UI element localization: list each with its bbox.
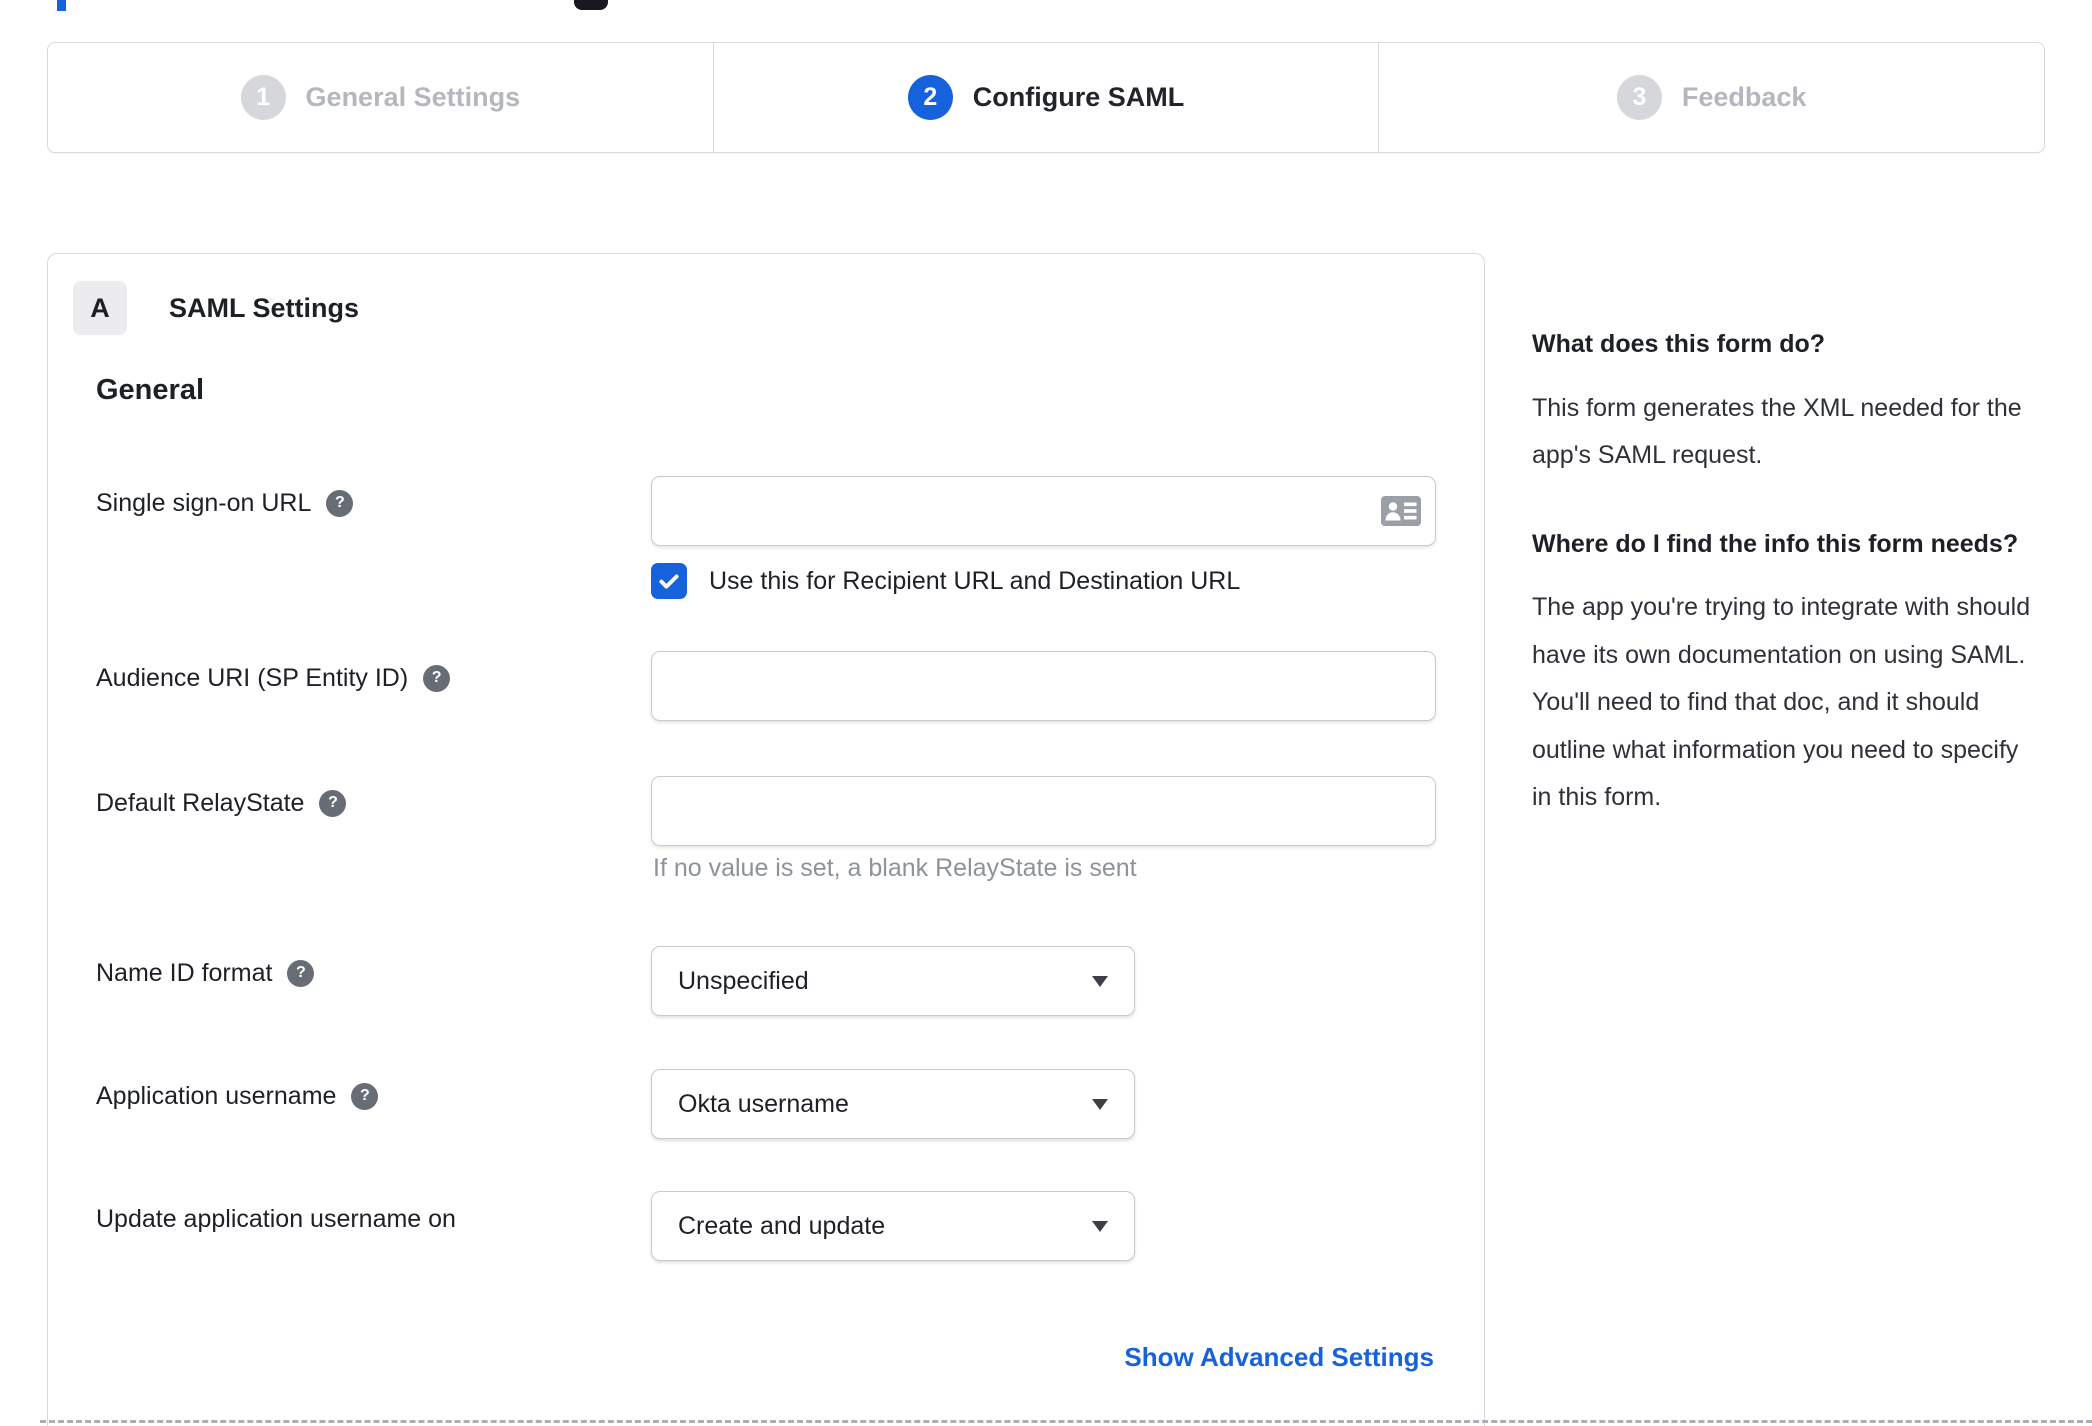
relaystate-hint: If no value is set, a blank RelayState i… xyxy=(653,854,1137,882)
help-icon[interactable]: ? xyxy=(423,664,451,692)
default-relaystate-input[interactable] xyxy=(651,776,1436,846)
step-feedback[interactable]: 3 Feedback xyxy=(1378,43,2044,152)
step-configure-saml[interactable]: 2 Configure SAML xyxy=(712,43,1379,152)
recipient-url-checkbox-row: Use this for Recipient URL and Destinati… xyxy=(651,563,1240,599)
dashed-divider xyxy=(40,1420,2092,1423)
help-section-2-body: The app you're trying to integrate with … xyxy=(1532,593,2031,811)
step-general-settings[interactable]: 1 General Settings xyxy=(48,43,713,152)
audience-uri-input[interactable] xyxy=(651,651,1436,721)
help-icon[interactable]: ? xyxy=(287,959,315,987)
name-id-format-label: Name ID format ? xyxy=(96,957,315,989)
recipient-url-checkbox-label: Use this for Recipient URL and Destinati… xyxy=(709,566,1241,595)
name-id-format-select[interactable]: Unspecified xyxy=(651,946,1135,1016)
update-application-username-label: Update application username on xyxy=(96,1204,456,1233)
step-1-number-badge: 1 xyxy=(240,75,286,120)
application-username-label: Application username ? xyxy=(96,1080,379,1112)
section-title: SAML Settings xyxy=(169,292,360,323)
show-advanced-settings-link[interactable]: Show Advanced Settings xyxy=(1124,1342,1434,1373)
help-section-1-body: This form generates the XML needed for t… xyxy=(1532,393,2022,470)
help-icon[interactable]: ? xyxy=(319,789,347,817)
card-header: A SAML Settings xyxy=(73,281,359,335)
help-icon[interactable]: ? xyxy=(326,489,354,517)
help-icon[interactable]: ? xyxy=(351,1082,379,1110)
general-group-title: General xyxy=(96,374,204,406)
help-section-2-title: Where do I find the info this form needs… xyxy=(1532,529,2019,558)
contact-card-icon[interactable] xyxy=(1381,496,1421,526)
help-section-1-title: What does this form do? xyxy=(1532,330,1826,358)
chevron-down-icon xyxy=(1092,1220,1108,1232)
chevron-down-icon xyxy=(1092,1098,1108,1110)
default-relaystate-label: Default RelayState ? xyxy=(96,787,347,819)
update-application-username-select[interactable]: Create and update xyxy=(651,1191,1135,1261)
cutoff-blue-fragment xyxy=(57,0,66,11)
single-sign-on-url-label: Single sign-on URL ? xyxy=(96,487,354,519)
recipient-url-checkbox[interactable] xyxy=(651,563,687,599)
wizard-stepper: 1 General Settings 2 Configure SAML 3 Fe… xyxy=(47,42,2045,153)
saml-settings-card: A SAML Settings General Single sign-on U… xyxy=(47,253,1485,1426)
step-2-label: Configure SAML xyxy=(972,82,1185,112)
cutoff-dark-icon-fragment xyxy=(574,0,608,10)
step-1-label: General Settings xyxy=(305,82,521,112)
application-username-select[interactable]: Okta username xyxy=(651,1069,1135,1139)
chevron-down-icon xyxy=(1092,975,1108,987)
step-2-number-badge: 2 xyxy=(907,75,953,120)
step-3-number-badge: 3 xyxy=(1616,75,1662,120)
help-sidebar: What does this form do? This form genera… xyxy=(1532,322,2040,864)
single-sign-on-url-input[interactable] xyxy=(651,476,1436,546)
audience-uri-label: Audience URI (SP Entity ID) ? xyxy=(96,662,451,694)
step-3-label: Feedback xyxy=(1681,82,1807,112)
checkmark-icon xyxy=(659,574,679,589)
section-a-badge: A xyxy=(73,281,127,335)
